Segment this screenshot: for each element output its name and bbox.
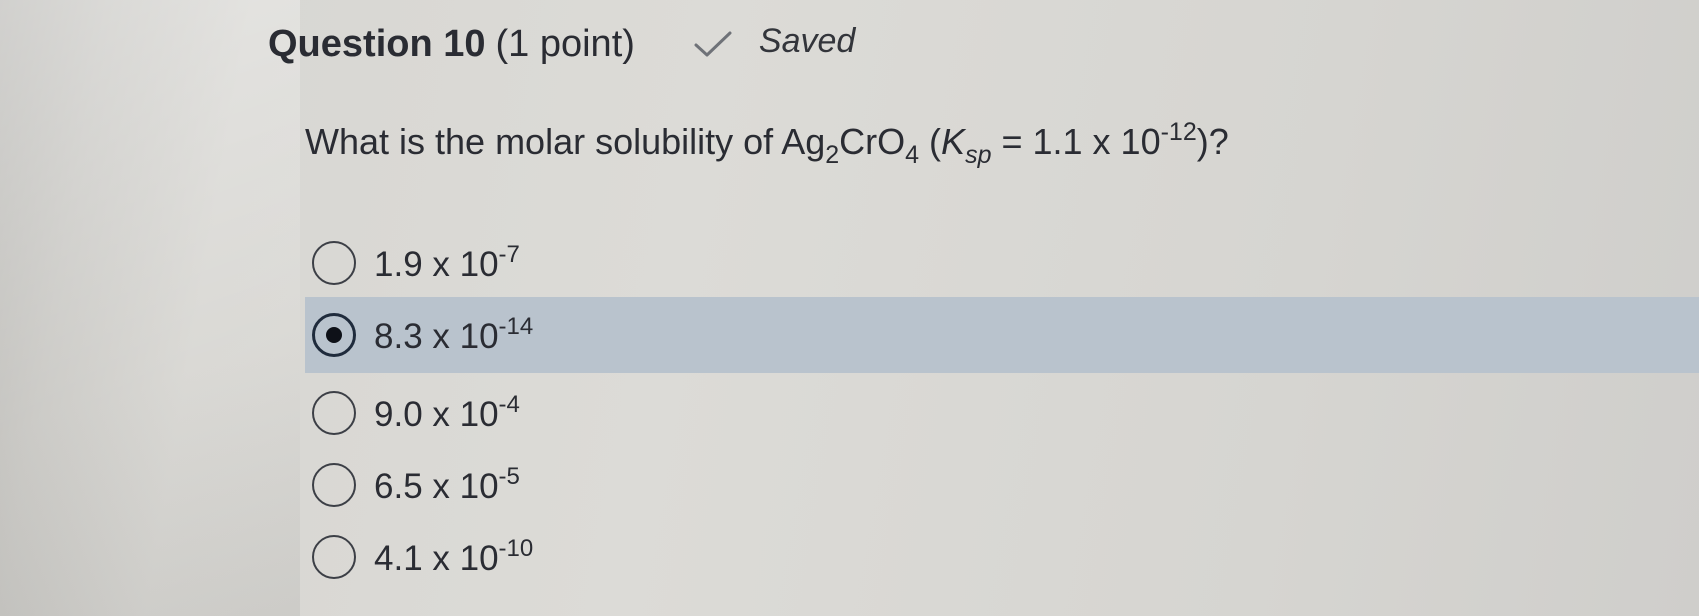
answer-option-exponent: -14 bbox=[498, 313, 534, 340]
answer-option-3[interactable]: 9.0 x 10-4 bbox=[305, 375, 1699, 451]
radio-button-selected[interactable] bbox=[312, 313, 356, 357]
answer-option-1[interactable]: 1.9 x 10-7 bbox=[305, 225, 1699, 301]
answer-option-label: 4.1 x 10-10 bbox=[374, 535, 533, 579]
question-header: Question 10 (1 point) Saved bbox=[268, 22, 855, 66]
answer-option-exponent: -10 bbox=[498, 535, 534, 562]
answer-option-exponent: -4 bbox=[498, 391, 520, 418]
answer-option-label: 1.9 x 10-7 bbox=[374, 241, 520, 285]
answer-option-base: 1.9 x 10 bbox=[374, 245, 499, 284]
question-text-mid: CrO bbox=[839, 121, 906, 162]
answer-option-2[interactable]: 8.3 x 10-14 bbox=[305, 297, 1699, 373]
answer-option-base: 6.5 x 10 bbox=[374, 467, 499, 506]
radio-button[interactable] bbox=[312, 241, 356, 285]
quiz-question-panel: Question 10 (1 point) Saved What is the … bbox=[0, 0, 1699, 616]
answer-option-5[interactable]: 4.1 x 10-10 bbox=[305, 519, 1699, 595]
question-text-sub-1: 2 bbox=[825, 141, 840, 169]
question-title: Question 10 bbox=[268, 22, 486, 65]
answer-option-base: 9.0 x 10 bbox=[374, 395, 499, 434]
answer-option-base: 8.3 x 10 bbox=[374, 317, 499, 356]
question-text-k-sub: sp bbox=[965, 141, 992, 169]
question-points: (1 point) bbox=[495, 22, 635, 65]
answer-option-base: 4.1 x 10 bbox=[374, 539, 499, 578]
saved-status: Saved bbox=[693, 22, 855, 61]
radio-button[interactable] bbox=[312, 391, 356, 435]
radio-button[interactable] bbox=[312, 463, 356, 507]
question-text-k: K bbox=[941, 121, 966, 162]
answer-option-4[interactable]: 6.5 x 10-5 bbox=[305, 447, 1699, 523]
question-text-exponent: -12 bbox=[1160, 118, 1197, 146]
answer-option-label: 8.3 x 10-14 bbox=[374, 313, 533, 357]
answer-option-exponent: -7 bbox=[498, 241, 520, 268]
question-text: What is the molar solubility of Ag2CrO4 … bbox=[305, 118, 1229, 170]
answer-option-exponent: -5 bbox=[498, 463, 520, 490]
question-text-paren-open: ( bbox=[919, 121, 942, 162]
answer-option-label: 6.5 x 10-5 bbox=[374, 463, 520, 507]
check-icon bbox=[694, 31, 732, 56]
answer-option-label: 9.0 x 10-4 bbox=[374, 391, 520, 435]
question-text-close: )? bbox=[1196, 121, 1229, 162]
question-text-equals: = 1.1 x 10 bbox=[991, 121, 1161, 162]
question-text-sub-2: 4 bbox=[905, 141, 920, 169]
saved-status-text: Saved bbox=[758, 22, 856, 60]
radio-button[interactable] bbox=[312, 535, 356, 579]
question-text-prefix: What is the molar solubility of Ag bbox=[305, 121, 826, 162]
